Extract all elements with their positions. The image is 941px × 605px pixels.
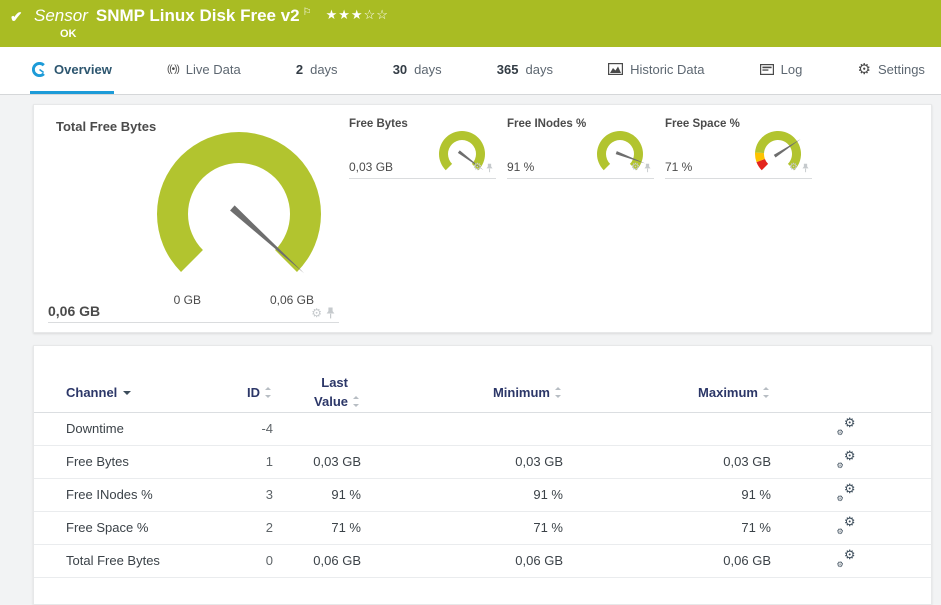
channel-id: 2 — [265, 520, 273, 536]
pin-icon[interactable] — [326, 307, 335, 319]
sensor-status-text: OK — [60, 28, 77, 40]
main-gauge-actions: ⚙ — [311, 307, 335, 319]
channel-settings-icon[interactable]: ⚙ ⚙ — [837, 449, 856, 470]
sensor-title: SNMP Linux Disk Free v2 — [95, 6, 300, 25]
main-gauge[interactable] — [153, 130, 325, 282]
channels-table-panel: Channel ID Last Value Minimum Maximum Do… — [33, 345, 932, 605]
ok-check-icon: ✔ — [10, 9, 23, 26]
channel-maximum: 91 % — [741, 487, 771, 503]
mini-gauge-free-space[interactable]: Free Space % 71 % ⚙ — [665, 105, 812, 334]
main-gauge-title: Total Free Bytes — [56, 119, 157, 134]
channel-name: Free Space % — [66, 520, 149, 536]
channel-maximum: 71 % — [741, 520, 771, 536]
sort-icon — [554, 386, 563, 399]
channel-last-value: 0,06 GB — [313, 553, 361, 569]
sensor-status-bar: ✔ Sensor SNMP Linux Disk Free v2 ⚐ ★★★☆☆… — [0, 0, 941, 47]
sort-icon — [264, 386, 273, 399]
mini-gauge-value: 0,03 GB — [349, 160, 394, 174]
mini-gauge-actions: ⚙ — [473, 163, 493, 173]
tab-historic-data[interactable]: Historic Data — [606, 47, 706, 94]
channel-minimum: 0,06 GB — [515, 553, 563, 569]
table-row: Total Free Bytes 0 0,06 GB 0,06 GB 0,06 … — [34, 545, 931, 578]
tab-live-data[interactable]: ((•)) Live Data — [165, 47, 243, 94]
broadcast-icon: ((•)) — [166, 63, 180, 75]
channel-last-value: 91 % — [331, 487, 361, 503]
tab-30-days[interactable]: 30 days — [391, 47, 444, 94]
channel-last-value: 0,03 GB — [313, 454, 361, 470]
main-gauge-scale-max: 0,06 GB — [269, 293, 314, 307]
divider — [507, 178, 654, 179]
mini-gauge-title: Free INodes % — [507, 118, 587, 130]
gear-icon[interactable]: ⚙ — [789, 163, 798, 173]
channel-settings-icon[interactable]: ⚙ ⚙ — [837, 515, 856, 536]
sort-icon — [762, 386, 771, 399]
channel-minimum: 91 % — [533, 487, 563, 503]
channel-id: -4 — [261, 421, 273, 437]
tab-bar: Overview ((•)) Live Data 2 days 30 days … — [0, 47, 941, 95]
channel-settings-icon[interactable]: ⚙ ⚙ — [837, 548, 856, 569]
mini-gauge-title: Free Space % — [665, 118, 740, 130]
flag-icon[interactable]: ⚐ — [303, 7, 312, 18]
column-header-last-value[interactable]: Last Value — [273, 374, 361, 412]
column-header-id[interactable]: ID — [216, 385, 273, 400]
channel-id: 1 — [265, 454, 273, 470]
channel-last-value: 71 % — [331, 520, 361, 536]
mini-gauge-value: 71 % — [665, 160, 693, 174]
table-row: Free INodes % 3 91 % 91 % 91 % ⚙ ⚙ — [34, 479, 931, 512]
sort-icon — [352, 395, 361, 408]
main-gauge-scale-min: 0 GB — [173, 293, 201, 307]
pin-icon[interactable] — [644, 163, 651, 173]
divider — [349, 178, 496, 179]
priority-stars[interactable]: ★★★☆☆ — [326, 7, 389, 23]
channel-name: Total Free Bytes — [66, 553, 160, 569]
channel-minimum: 71 % — [533, 520, 563, 536]
tab-365-days[interactable]: 365 days — [495, 47, 555, 94]
column-header-channel[interactable]: Channel — [66, 385, 216, 400]
channel-maximum: 0,03 GB — [723, 454, 771, 470]
channel-minimum: 0,03 GB — [515, 454, 563, 470]
channel-settings-icon[interactable]: ⚙ ⚙ — [837, 482, 856, 503]
gear-icon[interactable]: ⚙ — [311, 307, 322, 319]
column-header-maximum[interactable]: Maximum — [563, 385, 771, 400]
table-row: Free Space % 2 71 % 71 % 71 % ⚙ ⚙ — [34, 512, 931, 545]
mini-gauge-free-inodes[interactable]: Free INodes % 91 % ⚙ — [507, 105, 654, 334]
pin-icon[interactable] — [486, 163, 493, 173]
object-kind-label: Sensor — [34, 6, 88, 25]
tab-settings[interactable]: ⚙ Settings — [856, 47, 927, 94]
table-row: Downtime -4 ⚙ ⚙ — [34, 413, 931, 446]
tab-log[interactable]: Log — [758, 47, 805, 94]
mini-gauge-title: Free Bytes — [349, 118, 408, 130]
area-chart-icon — [608, 63, 624, 75]
divider — [665, 178, 812, 179]
divider — [48, 322, 339, 323]
channel-id: 3 — [265, 487, 273, 503]
log-list-icon — [759, 63, 774, 75]
gear-icon[interactable]: ⚙ — [631, 163, 640, 173]
table-row: Free Bytes 1 0,03 GB 0,03 GB 0,03 GB ⚙ ⚙ — [34, 446, 931, 479]
pin-icon[interactable] — [802, 163, 809, 173]
channel-settings-icon[interactable]: ⚙ ⚙ — [837, 416, 856, 437]
mini-gauge-actions: ⚙ — [631, 163, 651, 173]
channel-name: Free INodes % — [66, 487, 153, 503]
gear-icon[interactable]: ⚙ — [473, 163, 482, 173]
channel-name: Free Bytes — [66, 454, 129, 470]
mini-gauge-actions: ⚙ — [789, 163, 809, 173]
table-header: Channel ID Last Value Minimum Maximum — [34, 346, 931, 413]
mini-gauge-value: 91 % — [507, 160, 535, 174]
channel-name: Downtime — [66, 421, 124, 437]
main-gauge-value: 0,06 GB — [48, 303, 101, 319]
channel-maximum: 0,06 GB — [723, 553, 771, 569]
column-header-minimum[interactable]: Minimum — [361, 385, 563, 400]
gear-icon: ⚙ — [857, 60, 871, 78]
channel-id: 0 — [265, 553, 273, 569]
gauge-icon — [32, 61, 47, 77]
gauges-panel: Total Free Bytes 0 GB 0,06 GB 0,06 GB ⚙ … — [33, 104, 932, 333]
tab-overview[interactable]: Overview — [30, 47, 114, 94]
mini-gauge-free-bytes[interactable]: Free Bytes 0,03 GB ⚙ — [349, 105, 496, 334]
tab-2-days[interactable]: 2 days — [294, 47, 340, 94]
sort-desc-icon — [123, 391, 132, 396]
